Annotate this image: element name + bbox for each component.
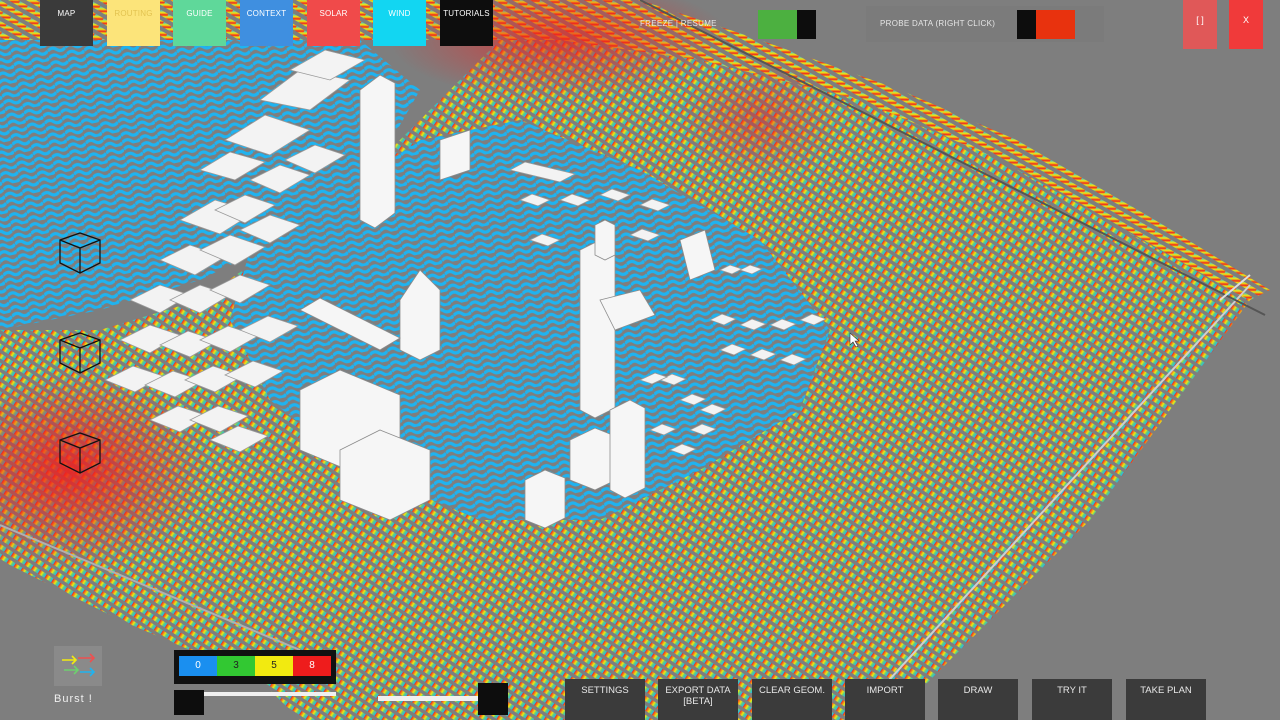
probe-data-toggle[interactable]: [1017, 10, 1075, 39]
slider-handle[interactable]: [478, 683, 508, 715]
slider-fill: [204, 692, 336, 696]
probe-data-label: PROBE DATA (RIGHT CLICK): [880, 19, 996, 28]
arrows-icon: [62, 653, 96, 677]
wind-simulation-viewport[interactable]: [0, 0, 1280, 720]
burst-label: Burst !: [54, 693, 93, 705]
tab-guide[interactable]: GUIDE: [173, 0, 226, 46]
slider-fill: [378, 696, 478, 701]
try-it-button[interactable]: TRY IT: [1032, 679, 1112, 720]
export-data-button[interactable]: EXPORT DATA [BETA]: [658, 679, 738, 720]
tab-tutorials[interactable]: TUTORIALS: [440, 0, 493, 46]
legend-cell-5: 5: [255, 656, 293, 676]
clear-geometry-button[interactable]: CLEAR GEOM.: [752, 679, 832, 720]
freeze-resume-label: FREEZE | RESUME: [640, 19, 717, 28]
toggle-knob: [797, 10, 816, 39]
legend-bar: 0 3 5 8: [179, 656, 331, 676]
draw-button[interactable]: DRAW: [938, 679, 1018, 720]
slider-handle[interactable]: [174, 690, 204, 715]
take-plan-button[interactable]: TAKE PLAN: [1126, 679, 1206, 720]
settings-button[interactable]: SETTINGS: [565, 679, 645, 720]
view-cube-icon[interactable]: [55, 428, 105, 478]
toggle-knob: [1017, 10, 1036, 39]
slider-track-right[interactable]: [378, 683, 510, 715]
freeze-resume-toggle[interactable]: [758, 10, 816, 39]
import-button[interactable]: IMPORT: [845, 679, 925, 720]
burst-button[interactable]: [54, 646, 102, 686]
legend-cell-3: 3: [217, 656, 255, 676]
view-cube-icon[interactable]: [55, 328, 105, 378]
legend-cell-8: 8: [293, 656, 331, 676]
legend-cell-0: 0: [179, 656, 217, 676]
tab-map[interactable]: MAP: [40, 0, 93, 46]
tab-wind[interactable]: WIND: [373, 0, 426, 46]
close-button[interactable]: X: [1229, 0, 1263, 49]
slider-track-left[interactable]: [174, 690, 336, 715]
tab-context[interactable]: CONTEXT: [240, 0, 293, 46]
tab-routing[interactable]: ROUTING: [107, 0, 160, 46]
tab-solar[interactable]: SOLAR: [307, 0, 360, 46]
view-cube-icon[interactable]: [55, 228, 105, 278]
restore-button[interactable]: [ ]: [1183, 0, 1217, 49]
wind-speed-legend: 0 3 5 8: [174, 650, 336, 684]
